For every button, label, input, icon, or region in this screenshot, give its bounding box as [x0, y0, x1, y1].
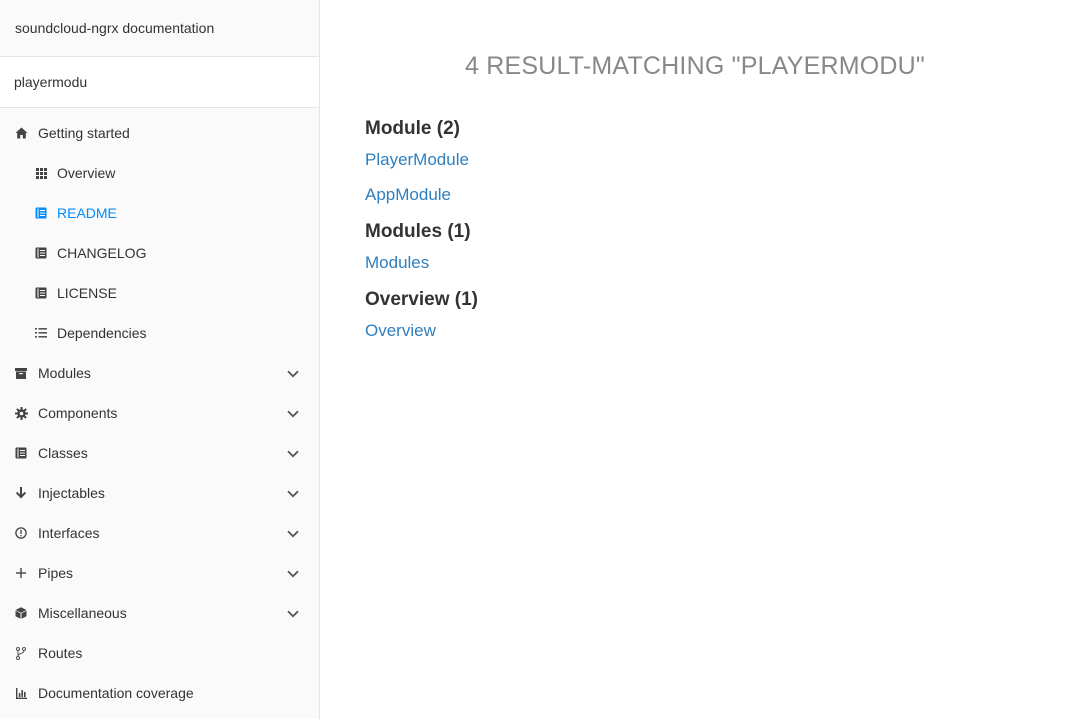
sidebar-item-changelog[interactable]: CHANGELOG	[0, 233, 319, 273]
sidebar-item-injectables[interactable]: Injectables	[0, 473, 319, 513]
result-group-title: Modules (1)	[365, 221, 471, 242]
bar-chart-icon	[14, 686, 28, 700]
sidebar-item-label: Interfaces	[38, 525, 100, 541]
sidebar-item-label: Modules	[38, 365, 91, 381]
chevron-down-icon[interactable]	[286, 607, 300, 621]
sidebar-item-miscellaneous[interactable]: Miscellaneous	[0, 593, 319, 633]
book-icon	[34, 246, 48, 260]
sidebar: soundcloud-ngrx documentation Getting st…	[0, 0, 320, 719]
sidebar-item-components[interactable]: Components	[0, 393, 319, 433]
sidebar-item-label: CHANGELOG	[57, 245, 147, 261]
sidebar-item-classes[interactable]: Classes	[0, 433, 319, 473]
book-icon	[34, 286, 48, 300]
search-box	[0, 57, 319, 108]
result-link-appmodule[interactable]: AppModule	[365, 184, 478, 206]
search-results: Module (2) PlayerModule AppModule Modules (…	[365, 117, 478, 356]
chevron-down-icon[interactable]	[286, 447, 300, 461]
sidebar-item-label: Components	[38, 405, 118, 421]
results-heading: 4 result-matching "playermodu"	[465, 52, 925, 80]
result-link-overview[interactable]: Overview	[365, 320, 478, 342]
sidebar-item-routes[interactable]: Routes	[0, 633, 319, 673]
archive-icon	[14, 366, 28, 380]
sidebar-item-label: Dependencies	[57, 325, 147, 341]
cube-icon	[14, 606, 28, 620]
chevron-down-icon[interactable]	[286, 407, 300, 421]
sidebar-item-license[interactable]: LICENSE	[0, 273, 319, 313]
sidebar-item-interfaces[interactable]: Interfaces	[0, 513, 319, 553]
main-content: 4 result-matching "playermodu" Module (2…	[320, 0, 1070, 719]
sidebar-item-label: Classes	[38, 445, 88, 461]
sidebar-item-modules[interactable]: Modules	[0, 353, 319, 393]
result-group: Overview (1) Overview	[365, 288, 478, 342]
result-group: Modules (1) Modules	[365, 220, 478, 274]
sidebar-item-label: LICENSE	[57, 285, 117, 301]
list-icon	[34, 326, 48, 340]
sidebar-item-label: Miscellaneous	[38, 605, 127, 621]
sidebar-title[interactable]: soundcloud-ngrx documentation	[0, 0, 319, 57]
sidebar-item-readme[interactable]: README	[0, 193, 319, 233]
cog-icon	[14, 406, 28, 420]
result-group-title: Overview (1)	[365, 289, 478, 310]
result-link-playermodule[interactable]: PlayerModule	[365, 149, 478, 171]
chevron-down-icon[interactable]	[286, 527, 300, 541]
sidebar-item-pipes[interactable]: Pipes	[0, 553, 319, 593]
book-icon	[34, 206, 48, 220]
info-icon	[14, 526, 28, 540]
sidebar-item-label: Pipes	[38, 565, 74, 581]
sidebar-item-label: Routes	[38, 645, 83, 661]
search-input[interactable]	[0, 57, 319, 107]
arrow-down-icon	[14, 486, 28, 500]
chevron-down-icon[interactable]	[286, 487, 300, 501]
sidebar-item-overview[interactable]: Overview	[0, 153, 319, 193]
result-link-modules[interactable]: Modules	[365, 252, 478, 274]
sidebar-item-label: Overview	[57, 165, 116, 181]
sidebar-item-documentation-coverage[interactable]: Documentation coverage	[0, 673, 319, 713]
chevron-down-icon[interactable]	[286, 567, 300, 581]
sidebar-item-label: Injectables	[38, 485, 105, 501]
result-group-title: Module (2)	[365, 118, 460, 139]
result-group: Module (2) PlayerModule AppModule	[365, 117, 478, 206]
sidebar-item-getting-started[interactable]: Getting started	[0, 113, 319, 153]
sidebar-item-label: Documentation coverage	[38, 685, 194, 701]
code-fork-icon	[14, 646, 28, 660]
home-icon	[14, 126, 28, 140]
plus-icon	[14, 566, 28, 580]
sidebar-item-dependencies[interactable]: Dependencies	[0, 313, 319, 353]
sidebar-menu: Getting started Overview README CHANGELOG LI…	[0, 108, 319, 713]
grid-icon	[34, 166, 48, 180]
sidebar-item-label: Getting started	[38, 125, 130, 141]
app-root: soundcloud-ngrx documentation Getting st…	[0, 0, 1070, 719]
chevron-down-icon[interactable]	[286, 367, 300, 381]
book-icon	[14, 446, 28, 460]
sidebar-item-label: README	[57, 205, 117, 221]
